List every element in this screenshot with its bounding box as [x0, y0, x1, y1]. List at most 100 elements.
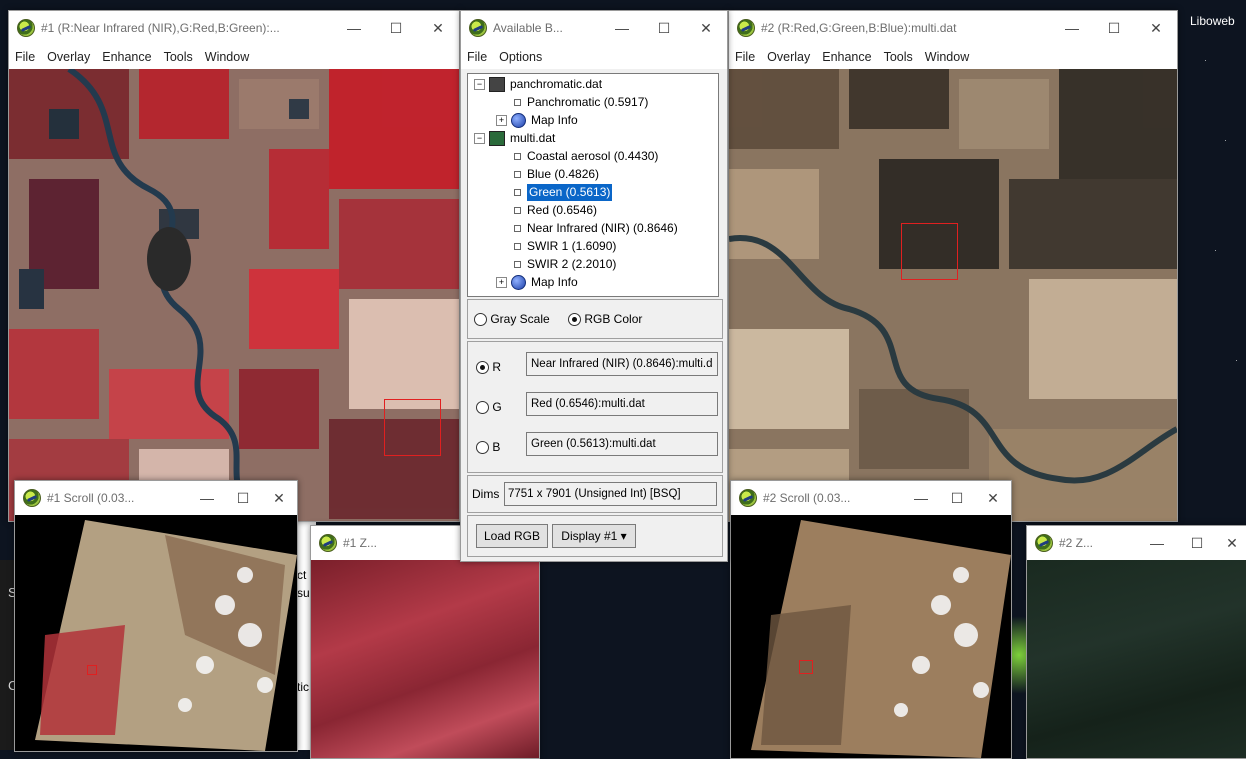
- scroll2-window[interactable]: #2 Scroll (0.03... — ☐ ✕: [730, 480, 1012, 759]
- tree-file-multi[interactable]: − multi.dat: [474, 130, 555, 147]
- window-title: #2 Scroll (0.03...: [763, 491, 851, 505]
- available-bands-window[interactable]: Available B... — ☐ ✕ File Options − panc…: [460, 10, 728, 562]
- tree-band[interactable]: Blue (0.4826): [512, 166, 599, 183]
- channel-r-option[interactable]: R: [476, 360, 501, 375]
- tree-band[interactable]: Near Infrared (NIR) (0.8646): [512, 220, 678, 237]
- band-icon: [514, 225, 521, 232]
- menu-file[interactable]: File: [461, 50, 493, 64]
- radio-icon[interactable]: [476, 361, 489, 375]
- minimize-icon[interactable]: —: [1137, 535, 1177, 551]
- zoom-box-indicator[interactable]: [901, 223, 958, 280]
- envi-app-icon: [469, 19, 487, 37]
- menu-tools[interactable]: Tools: [878, 50, 919, 64]
- channel-b-option[interactable]: B: [476, 440, 500, 455]
- menu-file[interactable]: File: [729, 50, 761, 64]
- zoom-image[interactable]: [311, 560, 539, 758]
- expand-icon[interactable]: +: [496, 277, 507, 288]
- title-bar[interactable]: Available B... — ☐ ✕: [461, 11, 727, 45]
- band-label: SWIR 1 (1.6090): [527, 239, 617, 253]
- minimize-icon[interactable]: —: [1051, 20, 1093, 36]
- window-title: #1 Scroll (0.03...: [47, 491, 135, 505]
- maximize-icon[interactable]: ☐: [643, 20, 685, 37]
- background-text: su: [297, 586, 310, 600]
- tree-band[interactable]: SWIR 2 (2.2010): [512, 256, 616, 273]
- menu-options[interactable]: Options: [493, 50, 548, 64]
- close-icon[interactable]: ✕: [261, 490, 297, 507]
- maximize-icon[interactable]: ☐: [1093, 20, 1135, 37]
- menu-overlay[interactable]: Overlay: [761, 50, 816, 64]
- maximize-icon[interactable]: ☐: [1177, 535, 1217, 552]
- collapse-icon[interactable]: −: [474, 79, 485, 90]
- close-icon[interactable]: ✕: [685, 20, 727, 37]
- envi-app-icon: [737, 19, 755, 37]
- load-rgb-button[interactable]: Load RGB: [476, 524, 548, 548]
- channel-g-field[interactable]: Red (0.6546):multi.dat: [526, 392, 718, 416]
- band-icon: [514, 153, 521, 160]
- band-tree[interactable]: − panchromatic.dat Panchromatic (0.5917)…: [467, 73, 719, 297]
- scroll1-window[interactable]: #1 Scroll (0.03... — ☐ ✕: [14, 480, 298, 752]
- title-bar[interactable]: #1 (R:Near Infrared (NIR),G:Red,B:Green)…: [9, 11, 459, 45]
- radio-icon[interactable]: [568, 313, 581, 327]
- display-select-button[interactable]: Display #1 ▾: [552, 524, 636, 548]
- title-bar[interactable]: #2 Scroll (0.03... — ☐ ✕: [731, 481, 1011, 515]
- false-color-image[interactable]: [9, 69, 459, 521]
- window-title: #1 (R:Near Infrared (NIR),G:Red,B:Green)…: [41, 21, 280, 35]
- maximize-icon[interactable]: ☐: [375, 20, 417, 37]
- tree-map-info[interactable]: + Map Info: [496, 274, 578, 291]
- rgb-color-option[interactable]: RGB Color: [568, 312, 642, 327]
- maximize-icon[interactable]: ☐: [939, 490, 975, 507]
- minimize-icon[interactable]: —: [189, 490, 225, 506]
- tree-map-info[interactable]: + Map Info: [496, 112, 578, 129]
- menu-window[interactable]: Window: [919, 50, 975, 64]
- envi-app-icon: [23, 489, 41, 507]
- menu-window[interactable]: Window: [199, 50, 255, 64]
- title-bar[interactable]: #2 (R:Red,G:Green,B:Blue):multi.dat — ☐ …: [729, 11, 1177, 45]
- expand-icon[interactable]: +: [496, 115, 507, 126]
- close-icon[interactable]: ✕: [1217, 535, 1246, 552]
- collapse-icon[interactable]: −: [474, 133, 485, 144]
- channel-b-field[interactable]: Green (0.5613):multi.dat: [526, 432, 718, 456]
- envi-app-icon: [17, 19, 35, 37]
- minimize-icon[interactable]: —: [601, 20, 643, 36]
- scroll-box-indicator[interactable]: [87, 665, 97, 675]
- display1-image-window[interactable]: #1 (R:Near Infrared (NIR),G:Red,B:Green)…: [8, 10, 460, 522]
- scroll-box-indicator[interactable]: [799, 660, 813, 674]
- desktop-icon-label[interactable]: Liboweb: [1190, 14, 1235, 28]
- gray-scale-option[interactable]: Gray Scale: [474, 312, 550, 327]
- true-color-image[interactable]: [729, 69, 1177, 521]
- title-bar[interactable]: #1 Scroll (0.03... — ☐ ✕: [15, 481, 297, 515]
- background-text: ct: [297, 568, 307, 582]
- menu-enhance[interactable]: Enhance: [96, 50, 157, 64]
- tree-band[interactable]: Red (0.6546): [512, 202, 597, 219]
- tree-band-selected[interactable]: Green (0.5613): [512, 184, 613, 201]
- minimize-icon[interactable]: —: [903, 490, 939, 506]
- radio-icon[interactable]: [476, 441, 489, 455]
- zoom-box-indicator[interactable]: [384, 399, 441, 456]
- channel-r-field[interactable]: Near Infrared (NIR) (0.8646):multi.d: [526, 352, 718, 376]
- tree-band[interactable]: SWIR 1 (1.6090): [512, 238, 616, 255]
- radio-icon[interactable]: [476, 401, 489, 415]
- tree-band[interactable]: Panchromatic (0.5917): [512, 94, 648, 111]
- tree-file-panchromatic[interactable]: − panchromatic.dat: [474, 76, 602, 93]
- zoom-image[interactable]: [1027, 560, 1246, 758]
- close-icon[interactable]: ✕: [975, 490, 1011, 507]
- title-bar[interactable]: #2 Z... — ☐ ✕: [1027, 526, 1246, 560]
- radio-icon[interactable]: [474, 313, 487, 327]
- zoom2-window[interactable]: #2 Z... — ☐ ✕: [1026, 525, 1246, 759]
- scroll-overview-image[interactable]: [15, 515, 297, 751]
- minimize-icon[interactable]: —: [333, 20, 375, 36]
- map-info-label: Map Info: [531, 275, 578, 289]
- file-name: multi.dat: [510, 131, 556, 145]
- menu-bar: File Options: [461, 45, 727, 69]
- close-icon[interactable]: ✕: [417, 20, 459, 37]
- tree-band[interactable]: Coastal aerosol (0.4430): [512, 148, 658, 165]
- maximize-icon[interactable]: ☐: [225, 490, 261, 507]
- menu-file[interactable]: File: [9, 50, 41, 64]
- close-icon[interactable]: ✕: [1135, 20, 1177, 37]
- channel-g-option[interactable]: G: [476, 400, 502, 415]
- menu-overlay[interactable]: Overlay: [41, 50, 96, 64]
- scroll-overview-image[interactable]: [731, 515, 1011, 758]
- menu-tools[interactable]: Tools: [158, 50, 199, 64]
- menu-enhance[interactable]: Enhance: [816, 50, 877, 64]
- display2-image-window[interactable]: #2 (R:Red,G:Green,B:Blue):multi.dat — ☐ …: [728, 10, 1178, 522]
